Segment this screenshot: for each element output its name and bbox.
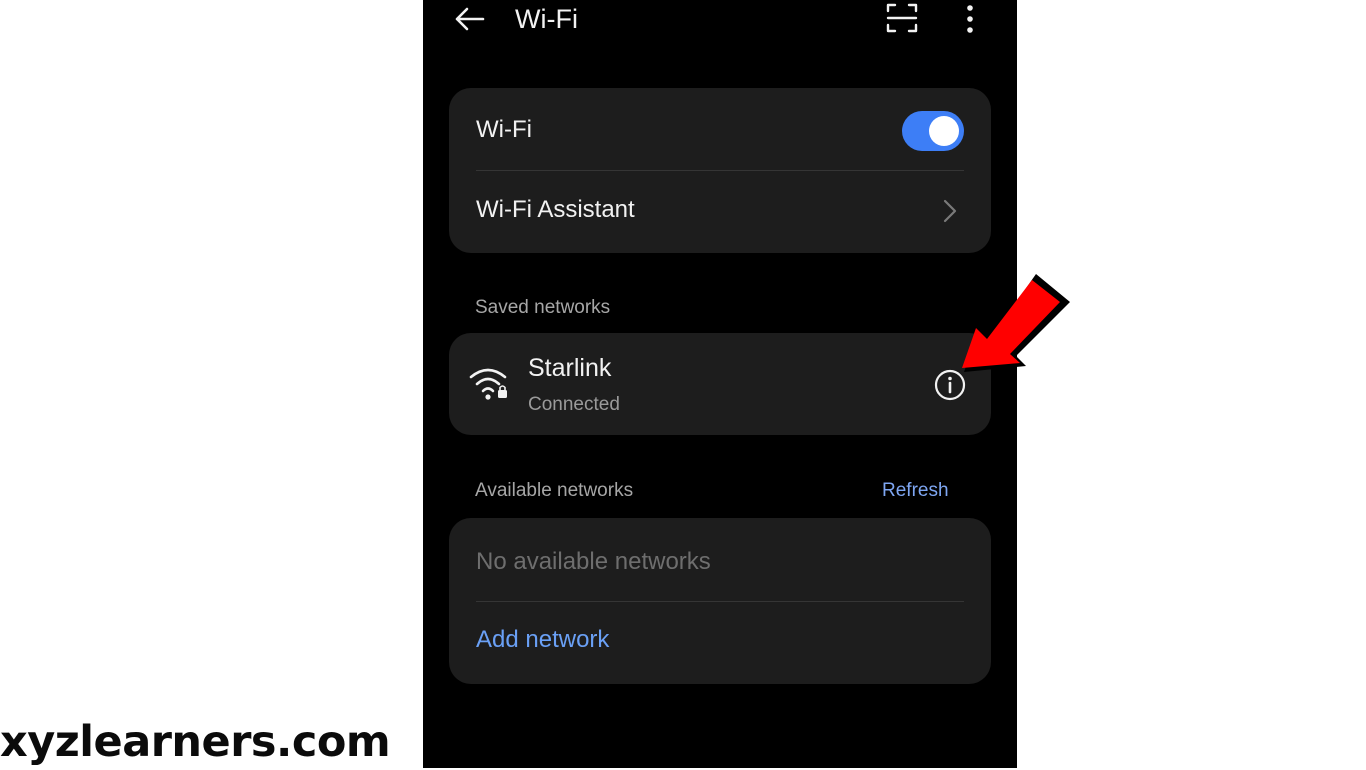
more-options-button[interactable] — [959, 2, 981, 36]
available-networks-card: No available networks Add network — [449, 518, 991, 684]
refresh-button[interactable]: Refresh — [882, 480, 949, 502]
watermark-text: xyzlearners.com — [0, 717, 391, 767]
chevron-right-icon — [943, 199, 957, 223]
wifi-assistant-label: Wi-Fi Assistant — [476, 196, 635, 223]
toggle-knob — [929, 116, 959, 146]
add-network-button[interactable]: Add network — [476, 626, 609, 654]
saved-networks-heading: Saved networks — [475, 297, 611, 318]
qr-scan-icon — [886, 3, 918, 33]
divider — [476, 601, 964, 602]
wifi-toggle-row[interactable]: Wi-Fi — [449, 88, 991, 170]
more-vertical-icon — [967, 5, 973, 33]
settings-screen: Wi-Fi Wi-Fi Wi-Fi Assistant Saved networ… — [423, 0, 1017, 768]
arrow-left-icon — [455, 7, 485, 31]
wifi-label: Wi-Fi — [476, 116, 532, 143]
network-name: Starlink — [528, 354, 612, 382]
qr-scan-button[interactable] — [883, 1, 921, 35]
available-networks-heading: Available networks — [475, 480, 634, 501]
back-button[interactable] — [451, 4, 487, 34]
network-status: Connected — [528, 394, 620, 415]
no-networks-message: No available networks — [476, 548, 711, 575]
wifi-settings-card: Wi-Fi Wi-Fi Assistant — [449, 88, 991, 253]
wifi-toggle-switch[interactable] — [902, 111, 964, 151]
page-title: Wi-Fi — [515, 4, 578, 34]
top-app-bar: Wi-Fi — [423, 0, 1017, 40]
saved-network-item[interactable]: Starlink Connected — [449, 333, 991, 435]
red-arrow-icon — [962, 274, 1070, 372]
wifi-lock-icon — [469, 368, 507, 400]
wifi-assistant-row[interactable]: Wi-Fi Assistant — [449, 171, 991, 253]
